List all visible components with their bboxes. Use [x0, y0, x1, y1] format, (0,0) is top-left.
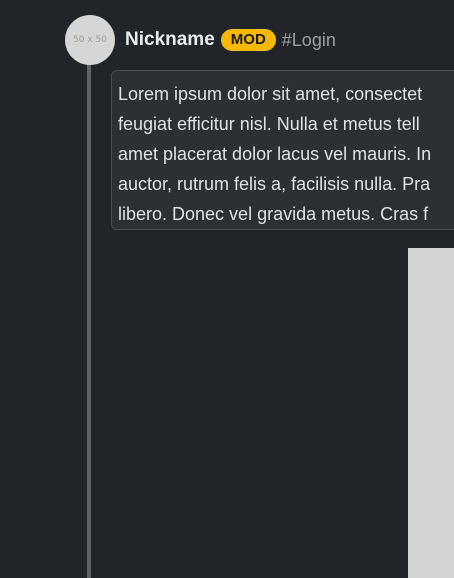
channel-tag[interactable]: #Login [282, 30, 336, 51]
message-line: Lorem ipsum dolor sit amet, consectet [118, 84, 423, 104]
thread-line [87, 40, 91, 578]
image-placeholder[interactable] [408, 248, 454, 578]
message-text: Lorem ipsum dolor sit amet, consectet fe… [118, 79, 454, 229]
mod-badge: MOD [220, 29, 276, 51]
message-line: feugiat efficitur nisl. Nulla et metus t… [118, 114, 420, 134]
message-line: libero. Donec vel gravida metus. Cras f [118, 204, 429, 224]
avatar[interactable]: 50 x 50 [65, 15, 115, 65]
message-line: auctor, rutrum felis a, facilisis nulla.… [118, 174, 431, 194]
post-header: Nickname MOD #Login [125, 28, 336, 52]
nickname[interactable]: Nickname [125, 29, 215, 51]
message-bubble: Lorem ipsum dolor sit amet, consectet fe… [111, 70, 454, 230]
avatar-placeholder-label: 50 x 50 [73, 35, 107, 45]
chat-thread: 50 x 50 Nickname MOD #Login Lorem ipsum … [0, 0, 454, 578]
message-line: amet placerat dolor lacus vel mauris. In [118, 144, 432, 164]
